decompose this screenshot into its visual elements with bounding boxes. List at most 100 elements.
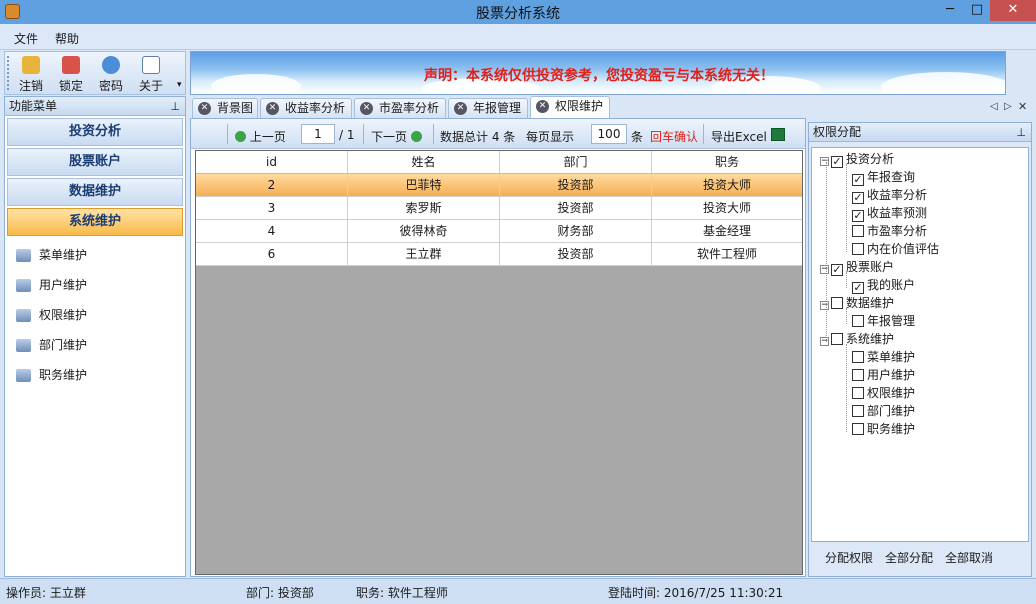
- per-page-input[interactable]: 100: [591, 124, 627, 144]
- table-row[interactable]: 4 彼得林奇 财务部 基金经理: [196, 220, 802, 243]
- tab-background[interactable]: ✕ 背景图: [192, 98, 258, 118]
- collapse-icon[interactable]: −: [820, 337, 829, 346]
- tree-node-yield-analysis[interactable]: ✓ 收益率分析: [852, 186, 927, 204]
- tree-node-my-account[interactable]: ✓ 我的账户: [852, 276, 915, 294]
- tree-node-annual-report-query[interactable]: ✓ 年报查询: [852, 168, 915, 186]
- gear-icon: [16, 369, 31, 382]
- checkbox-checked[interactable]: ✓: [852, 210, 864, 222]
- tree-node-data-maintenance[interactable]: − 数据维护: [820, 294, 894, 312]
- toolbar: 注销 锁定 密码 关于 ▾: [4, 51, 186, 95]
- cell-id: 2: [196, 174, 348, 196]
- checkbox-checked[interactable]: ✓: [831, 156, 843, 168]
- collapse-icon[interactable]: −: [820, 265, 829, 274]
- tab-yield-analysis[interactable]: ✕ 收益率分析: [260, 98, 352, 118]
- category-investment-analysis[interactable]: 投资分析: [7, 118, 183, 146]
- assign-all-button[interactable]: 全部分配: [885, 549, 933, 566]
- pin-icon[interactable]: ⊥: [1016, 124, 1026, 142]
- tree-node-intrinsic-value[interactable]: 内在价值评估: [852, 240, 939, 258]
- page-number-input[interactable]: 1: [301, 124, 335, 144]
- toolbar-grip[interactable]: [7, 56, 10, 90]
- menu-help[interactable]: 帮助: [55, 30, 79, 47]
- checkbox-unchecked[interactable]: [852, 351, 864, 363]
- tab-pe-analysis[interactable]: ✕ 市盈率分析: [354, 98, 446, 118]
- sub-item-menu-maintenance[interactable]: 菜单维护: [5, 240, 185, 270]
- assign-permission-button[interactable]: 分配权限: [825, 549, 873, 566]
- arrow-left-icon: [235, 131, 246, 142]
- checkbox-checked[interactable]: ✓: [852, 174, 864, 186]
- checkbox-unchecked[interactable]: [852, 315, 864, 327]
- collapse-icon[interactable]: −: [820, 301, 829, 310]
- password-button[interactable]: 密码: [91, 54, 131, 94]
- checkbox-unchecked[interactable]: [852, 423, 864, 435]
- table-row[interactable]: 6 王立群 投资部 软件工程师: [196, 243, 802, 266]
- tree-node-system-maintenance[interactable]: − 系统维护: [820, 330, 894, 348]
- sub-item-user-maintenance[interactable]: 用户维护: [5, 270, 185, 300]
- logout-button[interactable]: 注销: [11, 54, 51, 94]
- checkbox-unchecked[interactable]: [852, 387, 864, 399]
- tree-node-stock-account[interactable]: − ✓ 股票账户: [820, 258, 894, 276]
- permission-panel-header: 权限分配 ⊥: [809, 123, 1031, 142]
- sub-item-position-maintenance[interactable]: 职务维护: [5, 360, 185, 390]
- prev-page-button[interactable]: 上一页: [235, 128, 286, 145]
- close-tab-icon[interactable]: ✕: [536, 100, 549, 113]
- column-header-name[interactable]: 姓名: [348, 151, 500, 173]
- tree-node-menu-maintenance[interactable]: 菜单维护: [852, 348, 915, 366]
- maximize-button[interactable]: □: [963, 0, 991, 21]
- tab-scroll-right-icon[interactable]: ▷: [1004, 101, 1012, 112]
- about-button[interactable]: 关于: [131, 54, 171, 94]
- column-header-position[interactable]: 职务: [652, 151, 802, 173]
- logout-label: 注销: [18, 79, 43, 93]
- collapse-icon[interactable]: −: [820, 157, 829, 166]
- close-button[interactable]: ✕: [990, 0, 1036, 21]
- status-bar: 操作员: 王立群 部门: 投资部 职务: 软件工程师 登陆时间: 2016/7/…: [0, 578, 1036, 604]
- category-stock-account[interactable]: 股票账户: [7, 148, 183, 176]
- cancel-all-button[interactable]: 全部取消: [945, 549, 993, 566]
- category-data-maintenance[interactable]: 数据维护: [7, 178, 183, 206]
- sub-item-permission-maintenance[interactable]: 权限维护: [5, 300, 185, 330]
- tree-node-label: 内在价值评估: [867, 242, 940, 256]
- close-tab-icon[interactable]: ✕: [454, 102, 467, 115]
- cell-name: 彼得林奇: [348, 220, 500, 242]
- tree-node-yield-forecast[interactable]: ✓ 收益率预测: [852, 204, 927, 222]
- minimize-button[interactable]: ─: [936, 0, 964, 21]
- checkbox-unchecked[interactable]: [852, 405, 864, 417]
- checkbox-unchecked[interactable]: [852, 225, 864, 237]
- close-tab-icon[interactable]: ✕: [360, 102, 373, 115]
- close-all-tabs-icon[interactable]: ✕: [1018, 100, 1027, 113]
- table-row[interactable]: 3 索罗斯 投资部 投资大师: [196, 197, 802, 220]
- excel-icon[interactable]: [771, 128, 785, 141]
- checkbox-unchecked[interactable]: [852, 369, 864, 381]
- tree-node-department-maintenance[interactable]: 部门维护: [852, 402, 915, 420]
- category-system-maintenance[interactable]: 系统维护: [7, 208, 183, 236]
- column-header-department[interactable]: 部门: [500, 151, 652, 173]
- tree-node-annual-report-management[interactable]: 年报管理: [852, 312, 915, 330]
- table-row[interactable]: 2 巴菲特 投资部 投资大师: [196, 174, 802, 197]
- checkbox-unchecked[interactable]: [831, 333, 843, 345]
- tree-node-user-maintenance[interactable]: 用户维护: [852, 366, 915, 384]
- export-excel-button[interactable]: 导出Excel: [711, 128, 767, 145]
- next-page-button[interactable]: 下一页: [371, 128, 422, 145]
- checkbox-unchecked[interactable]: [852, 243, 864, 255]
- menu-file[interactable]: 文件: [14, 30, 38, 47]
- tab-scroll-left-icon[interactable]: ◁: [990, 101, 998, 112]
- checkbox-unchecked[interactable]: [831, 297, 843, 309]
- function-menu-header: 功能菜单 ⊥: [5, 97, 185, 116]
- checkbox-checked[interactable]: ✓: [852, 192, 864, 204]
- checkbox-checked[interactable]: ✓: [831, 264, 843, 276]
- close-tab-icon[interactable]: ✕: [198, 102, 211, 115]
- checkbox-checked[interactable]: ✓: [852, 282, 864, 294]
- tree-node-investment-analysis[interactable]: − ✓ 投资分析: [820, 150, 894, 168]
- tree-node-pe-analysis[interactable]: 市盈率分析: [852, 222, 927, 240]
- tab-label: 年报管理: [473, 101, 522, 115]
- tree-node-permission-maintenance[interactable]: 权限维护: [852, 384, 915, 402]
- toolbar-overflow-icon[interactable]: ▾: [177, 80, 182, 90]
- column-header-id[interactable]: id: [196, 151, 348, 173]
- pin-icon[interactable]: ⊥: [170, 98, 180, 116]
- sub-item-department-maintenance[interactable]: 部门维护: [5, 330, 185, 360]
- close-tab-icon[interactable]: ✕: [266, 102, 279, 115]
- tab-permission-maintenance[interactable]: ✕ 权限维护: [530, 96, 610, 118]
- lock-button[interactable]: 锁定: [51, 54, 91, 94]
- pager-toolbar: 上一页 1 / 1 下一页 数据总计 4 条 每页显示 100 条 回车确认 导…: [191, 119, 805, 149]
- tab-annual-report[interactable]: ✕ 年报管理: [448, 98, 528, 118]
- tree-node-position-maintenance[interactable]: 职务维护: [852, 420, 915, 438]
